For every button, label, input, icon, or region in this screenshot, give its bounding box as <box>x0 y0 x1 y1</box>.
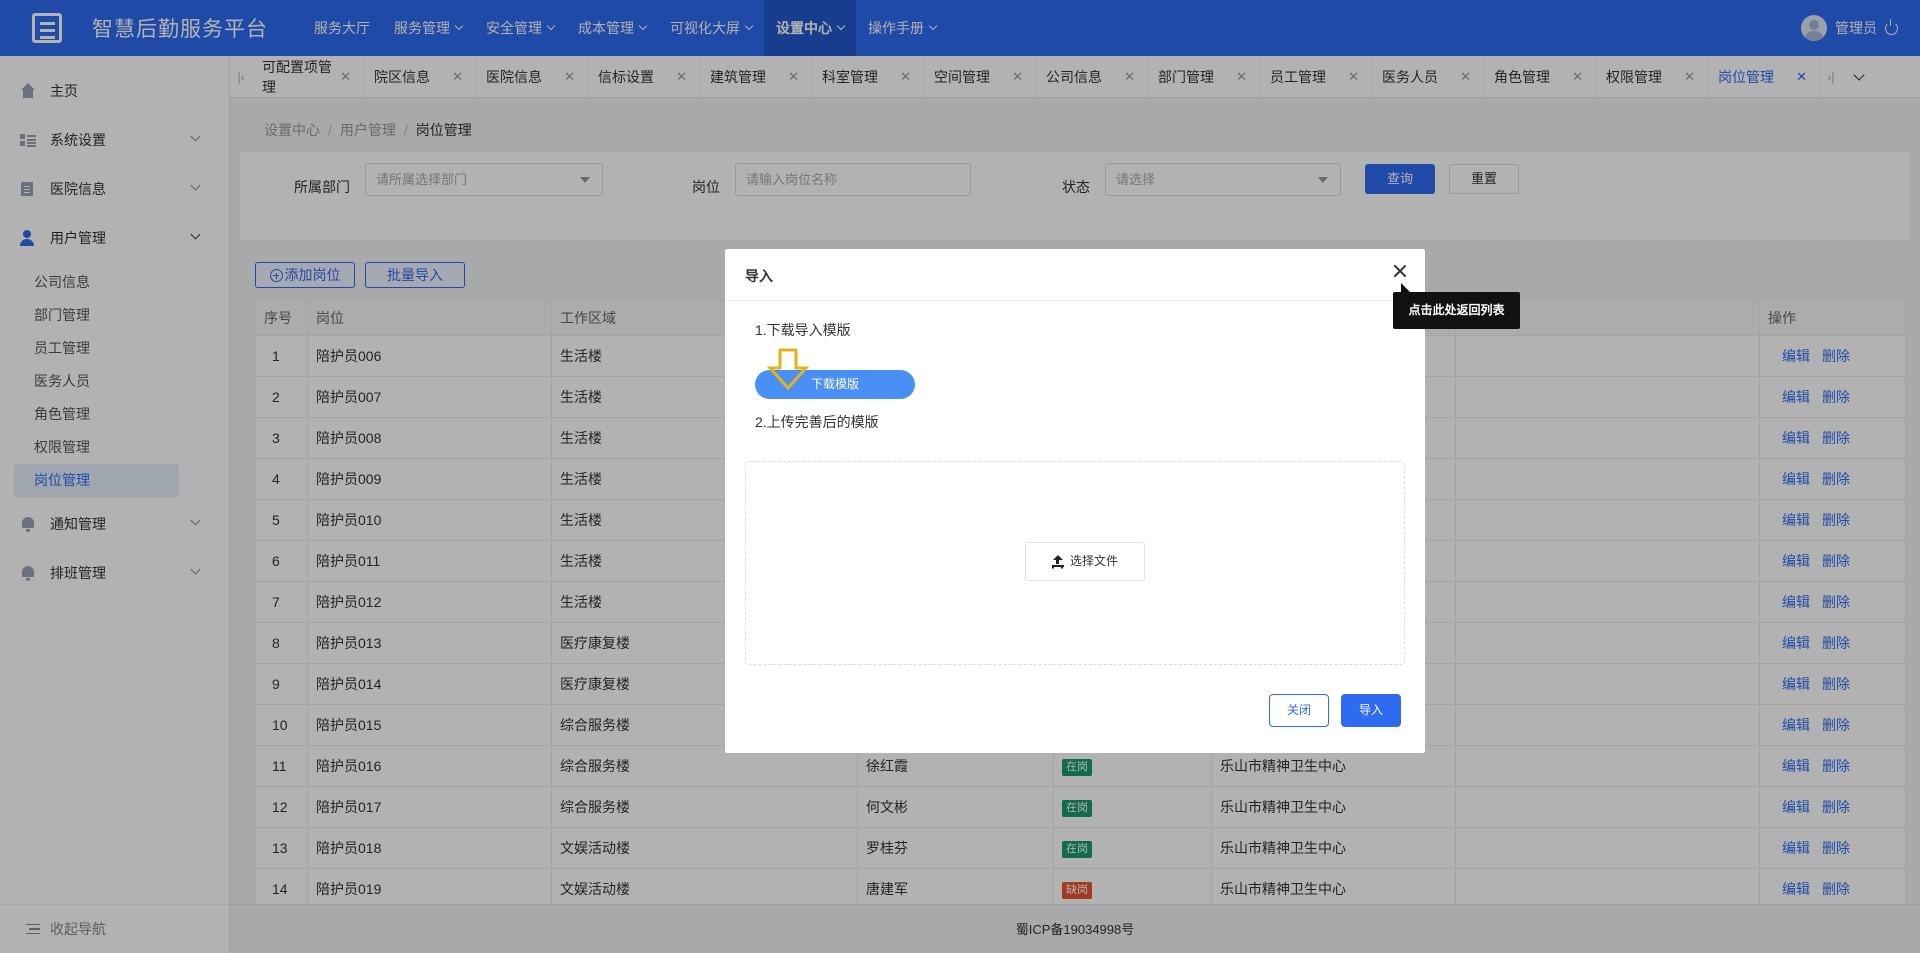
upload-icon <box>1051 555 1064 567</box>
import-dialog: 导入 1.下载导入模版 下载模版 2.上传完善后的模版 选择文件 关闭 导入 <box>725 249 1425 753</box>
choose-file-label: 选择文件 <box>1069 554 1118 568</box>
dialog-close-button[interactable]: 关闭 <box>1269 694 1329 727</box>
step-download-label: 1.下载导入模版 <box>755 322 851 338</box>
choose-file-button[interactable]: 选择文件 <box>1025 542 1145 581</box>
dialog-header: 导入 <box>725 249 1425 301</box>
dialog-import-button[interactable]: 导入 <box>1341 694 1401 727</box>
step-upload-label: 2.上传完善后的模版 <box>755 414 879 430</box>
tooltip: 点击此处返回列表 <box>1393 283 1520 329</box>
arrow-down-icon <box>766 348 810 391</box>
dialog-title: 导入 <box>745 268 773 284</box>
close-icon[interactable] <box>1391 262 1409 280</box>
upload-dropzone[interactable]: 选择文件 <box>745 461 1405 665</box>
